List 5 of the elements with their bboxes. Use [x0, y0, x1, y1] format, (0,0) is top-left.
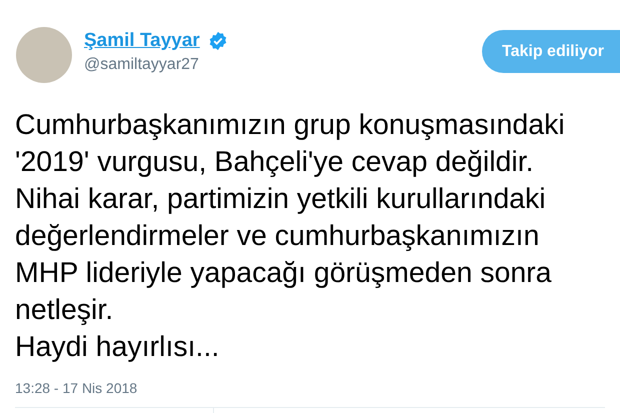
tweet-timestamp[interactable]: 13:28 - 17 Nis 2018	[15, 378, 138, 399]
tweet-text: Cumhurbaşkanımızın grup konuşmasındaki '2019' vurgusu, Bahçeli'ye cevap değildir. Nihai karar, partimizin yetkili kurullarındaki değerlendirmeler ve cumhurbaşkanımızın MHP lideriyle yapacağı görüşmeden sonra netleşir. Haydi hayırlısı...	[15, 108, 566, 365]
author-handle: @samiltayyar27	[84, 55, 200, 75]
follow-button[interactable]: Takip ediliyor	[482, 30, 620, 73]
author-name-link[interactable]: Şamil Tayyar	[84, 29, 200, 53]
